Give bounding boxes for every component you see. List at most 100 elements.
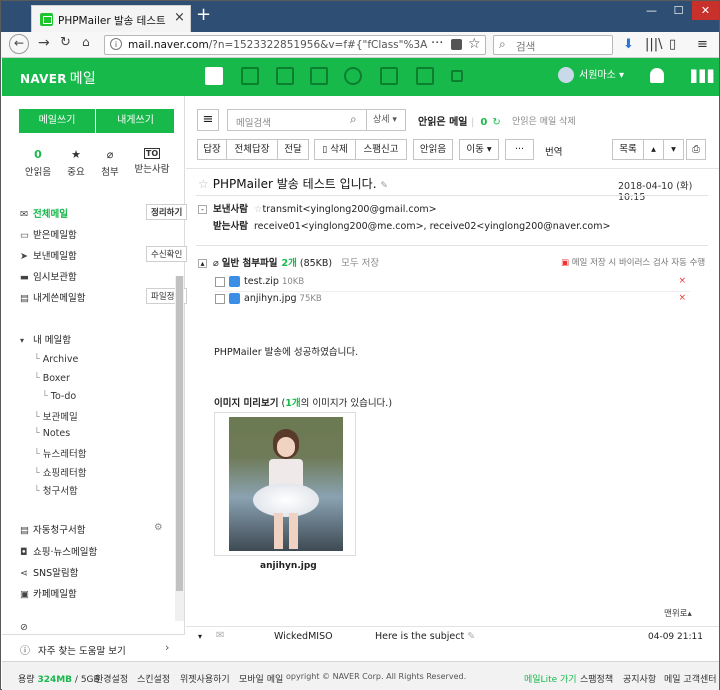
delete-button[interactable]: ▯ 삭제 xyxy=(314,139,356,160)
attachment-item[interactable]: anjihyn.jpg 75KB × xyxy=(215,293,690,309)
spam-policy-link[interactable]: 스팸정책 xyxy=(580,672,613,685)
collapse-icon[interactable]: ▴ xyxy=(198,259,207,268)
more-actions-button[interactable]: ··· xyxy=(505,139,534,160)
mobile-link[interactable]: 모바일 메일 xyxy=(239,672,283,685)
star-outline-icon[interactable]: ☆ xyxy=(198,177,209,191)
folder-partial[interactable]: ⊘ xyxy=(20,622,33,630)
image-caption[interactable]: anjihyn.jpg xyxy=(260,561,317,571)
quick-filter-unread[interactable]: 0 안읽음 xyxy=(20,148,56,178)
url-bar[interactable]: i mail.naver.com/?n=1523322851956&v=f#{"… xyxy=(104,35,486,55)
remove-icon[interactable]: × xyxy=(678,293,686,303)
user-menu[interactable]: 서원마소 ▾ xyxy=(558,66,624,83)
subfolder-keep[interactable]: 보관메일 xyxy=(34,409,78,423)
collapse-icon[interactable]: - xyxy=(198,205,207,214)
quick-filter-to-me[interactable]: TO 받는사람 xyxy=(134,148,170,175)
pocket-icon[interactable] xyxy=(451,39,462,50)
office-app-icon[interactable] xyxy=(380,67,398,85)
back-to-top-link[interactable]: 맨위로▴ xyxy=(664,607,692,619)
tab-close-icon[interactable]: × xyxy=(174,10,185,25)
from-address[interactable]: transmit<yinglong200@gmail.com> xyxy=(263,204,437,215)
my-folders-toggle[interactable]: ▾ 내 메일함 xyxy=(20,332,71,350)
page-actions-icon[interactable]: ··· xyxy=(431,36,443,51)
mail-search-input[interactable]: 메일검색 ⌕ xyxy=(227,109,367,131)
browser-search-input[interactable]: ⌕ 검색 xyxy=(493,35,613,55)
image-preview[interactable] xyxy=(214,412,356,556)
forward-arrow-icon[interactable]: → xyxy=(38,35,50,51)
skin-link[interactable]: 스킨설정 xyxy=(137,672,170,685)
quick-filter-important[interactable]: ★ 중요 xyxy=(58,148,94,178)
subfolder-todo[interactable]: To-do xyxy=(42,391,76,402)
widget-link[interactable]: 위젯사용하기 xyxy=(180,672,230,685)
subfolder-newsletter[interactable]: 뉴스레터함 xyxy=(34,446,87,460)
read-receipt-button[interactable]: 수신확인 xyxy=(146,246,188,262)
app-grid-icon[interactable]: ▪▪▪ ▪▪▪ ▪▪▪ xyxy=(690,66,714,85)
mark-unread-button[interactable]: 안읽음 xyxy=(413,139,453,160)
subfolder-archive[interactable]: Archive xyxy=(34,354,79,365)
search-icon[interactable]: ⌕ xyxy=(350,112,357,127)
sidebar-toggle-icon[interactable]: ▯ xyxy=(669,37,676,52)
phone-app-icon[interactable] xyxy=(310,67,328,85)
list-button[interactable]: 목록 xyxy=(612,139,644,160)
to-addresses[interactable]: receive01<yinglong200@me.com>, receive02… xyxy=(254,221,610,232)
folder-cafe[interactable]: ▣ 카페메일함 xyxy=(20,586,77,604)
folder-sns[interactable]: ⋖ SNS알림함 xyxy=(20,565,78,583)
download-icon[interactable] xyxy=(215,293,225,304)
print-icon[interactable]: ⎙ xyxy=(686,139,706,160)
spam-report-button[interactable]: 스팸신고 xyxy=(355,139,407,160)
cloud-app-icon[interactable] xyxy=(344,67,362,85)
move-button[interactable]: 이동 ▾ xyxy=(459,139,499,160)
contacts-app-icon[interactable] xyxy=(276,67,294,85)
browser-tab[interactable]: PHPMailer 발송 테스트 입니다 × xyxy=(31,5,191,32)
organize-button[interactable]: 정리하기 xyxy=(146,204,188,220)
settings-link[interactable]: 환경설정 xyxy=(95,672,128,685)
home-icon[interactable]: ⌂ xyxy=(82,35,90,49)
folder-auto-bills[interactable]: ▤ 자동청구서함 ⚙ xyxy=(20,522,163,540)
new-tab-button[interactable]: + xyxy=(196,4,211,25)
mail-app-icon[interactable] xyxy=(205,67,223,85)
settings-gear-icon[interactable]: ⚙ xyxy=(154,522,163,533)
star-outline-icon[interactable]: ☆ xyxy=(254,204,263,215)
menu-toggle-icon[interactable]: ≡ xyxy=(197,109,219,131)
subfolder-bills[interactable]: 청구서함 xyxy=(34,483,78,497)
reload-icon[interactable]: ↻ xyxy=(60,35,71,50)
compose-button[interactable]: 메일쓰기 xyxy=(19,109,96,133)
quick-filter-attachment[interactable]: ⌀ 첨부 xyxy=(92,148,128,178)
download-icon[interactable] xyxy=(215,276,225,287)
help-link[interactable]: ⓘ 자주 찾는 도움말 보기 › xyxy=(2,634,185,661)
notification-bell-icon[interactable] xyxy=(650,68,664,83)
attachment-item[interactable]: test.zip 10KB × xyxy=(215,276,690,292)
edit-icon[interactable]: ✎ xyxy=(380,181,388,191)
close-window-button[interactable]: ✕ xyxy=(692,1,719,20)
scrollbar-thumb[interactable] xyxy=(176,276,183,591)
compose-self-button[interactable]: 내게쓰기 xyxy=(97,109,174,133)
more-apps-icon[interactable] xyxy=(451,70,463,82)
reply-all-button[interactable]: 전체답장 xyxy=(226,139,278,160)
folder-inbox[interactable]: ▭ 받은메일함 xyxy=(20,227,77,245)
next-mail-button[interactable]: ▾ xyxy=(663,139,684,160)
hamburger-menu-icon[interactable]: ≡ xyxy=(697,37,708,52)
back-arrow-icon[interactable]: ← xyxy=(9,34,29,54)
support-link[interactable]: 메일 고객센터 xyxy=(664,672,717,685)
subfolder-boxer[interactable]: Boxer xyxy=(34,373,70,384)
sidebar-scrollbar[interactable] xyxy=(175,276,184,621)
prev-mail-button[interactable]: ▴ xyxy=(643,139,664,160)
folder-all[interactable]: ✉ 전체메일 정리하기 xyxy=(20,204,188,224)
remove-icon[interactable]: × xyxy=(678,276,686,286)
translate-link[interactable]: 번역 xyxy=(545,144,562,158)
subfolder-shopping[interactable]: 쇼핑레터함 xyxy=(34,465,87,479)
folder-shopping-news[interactable]: ◘ 쇼핑·뉴스메일함 xyxy=(20,544,97,562)
minimize-button[interactable]: — xyxy=(638,1,665,20)
folder-drafts[interactable]: ▬ 임시보관함 xyxy=(20,269,77,287)
memo-app-icon[interactable] xyxy=(416,67,434,85)
forward-button[interactable]: 전달 xyxy=(277,139,309,160)
maximize-button[interactable]: ☐ xyxy=(665,1,692,20)
delete-unread-link[interactable]: 안읽은 메일 삭제 xyxy=(512,114,576,127)
site-info-icon[interactable]: i xyxy=(110,38,122,50)
folder-self[interactable]: ▤ 내게쓴메일함 파일정부 xyxy=(20,288,188,308)
library-icon[interactable]: |||\ xyxy=(645,37,663,52)
bookmark-star-icon[interactable]: ☆ xyxy=(468,36,481,52)
mail-lite-link[interactable]: 메일Lite 가기 xyxy=(524,672,577,685)
detail-search-dropdown[interactable]: 상세 ▾ xyxy=(367,109,406,131)
chevron-down-icon[interactable]: ▾ xyxy=(198,632,202,641)
reply-button[interactable]: 답장 xyxy=(197,139,227,160)
